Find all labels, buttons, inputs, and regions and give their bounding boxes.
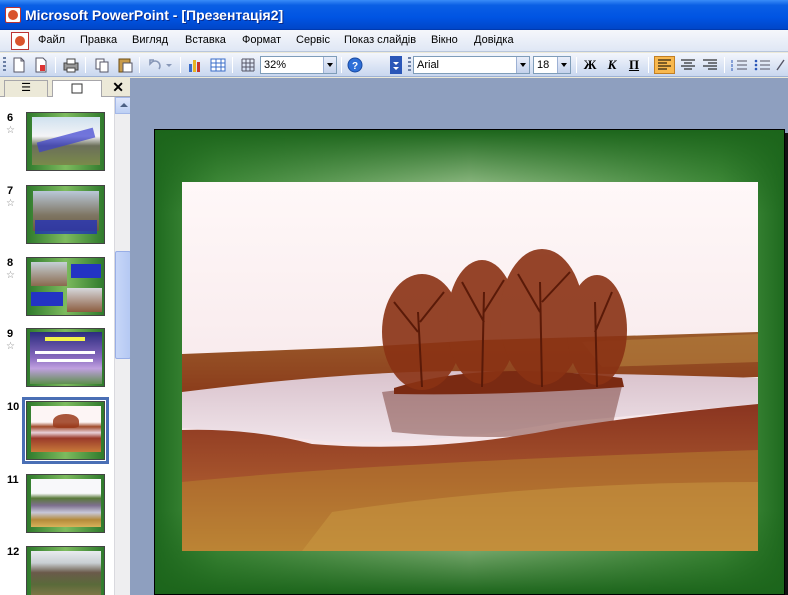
toolbar-grip[interactable] (3, 57, 6, 73)
outline-icon: ☰ (21, 82, 31, 94)
align-right-icon[interactable] (700, 56, 720, 74)
zoom-value: 32% (264, 59, 287, 71)
slide-number: 8 (7, 257, 14, 269)
menu-edit[interactable]: Правка (80, 34, 117, 46)
slides-pane-scrollbar[interactable] (114, 97, 131, 595)
slide-preview (22, 397, 109, 464)
help-icon[interactable]: ? (346, 56, 364, 74)
paste-icon[interactable] (116, 56, 134, 74)
powerpoint-app-icon[interactable] (5, 7, 21, 23)
slide-preview (26, 112, 105, 171)
print-icon[interactable] (62, 56, 80, 74)
toolbar: 32% ? Arial 18 Ж К П (0, 53, 788, 77)
slide-thumbnail-9[interactable]: 9 ☆ (0, 328, 114, 401)
transition-star-icon: ☆ (6, 125, 15, 136)
slide-thumbnail-11[interactable]: 11 (0, 474, 114, 547)
slide-thumbnail-12[interactable]: 12 (0, 546, 114, 595)
transition-star-icon: ☆ (6, 341, 15, 352)
menu-view[interactable]: Вигляд (132, 34, 168, 46)
slide-photo-pond-with-willows[interactable] (182, 182, 758, 551)
open-file-icon[interactable] (32, 56, 50, 74)
bold-button[interactable]: Ж (580, 56, 600, 74)
scroll-up-icon[interactable] (115, 97, 131, 114)
svg-text:?: ? (352, 61, 358, 72)
toolbar-options-icon[interactable] (390, 56, 402, 74)
current-slide[interactable] (154, 129, 785, 595)
slide-preview (26, 185, 105, 244)
tab-outline[interactable]: ☰ (4, 80, 48, 97)
font-name-select[interactable]: Arial (413, 56, 530, 74)
pane-tabs: ☰ ✕ (0, 78, 130, 97)
insert-table-icon[interactable] (209, 56, 227, 74)
transition-star-icon: ☆ (6, 270, 15, 281)
slide-thumbnail-10[interactable]: 10 (0, 397, 114, 474)
menu-window[interactable]: Вікно (431, 34, 458, 46)
tab-slides[interactable] (52, 80, 102, 97)
zoom-select[interactable]: 32% (260, 56, 337, 74)
insert-chart-icon[interactable] (186, 56, 204, 74)
align-left-icon[interactable] (654, 56, 675, 74)
align-center-icon[interactable] (678, 56, 698, 74)
menu-file[interactable]: Файл (38, 34, 65, 46)
chevron-down-icon[interactable] (323, 57, 336, 73)
toolbar-grip-2[interactable] (408, 57, 411, 73)
menu-format[interactable]: Формат (242, 34, 281, 46)
transition-star-icon: ☆ (6, 198, 15, 209)
underline-button[interactable]: П (624, 56, 644, 74)
undo-dropdown-icon[interactable] (164, 56, 174, 74)
slide-thumbnail-7[interactable]: 7 ☆ (0, 185, 114, 258)
slide-preview (26, 546, 105, 595)
slide-number: 10 (7, 401, 20, 413)
slide-number: 7 (7, 185, 14, 197)
slide-number: 12 (7, 546, 20, 558)
slide-thumbnail-8[interactable]: 8 ☆ (0, 257, 114, 330)
slide-preview (26, 474, 105, 533)
slide-number: 6 (7, 112, 14, 124)
font-size-value: 18 (537, 59, 550, 71)
window-title: Microsoft PowerPoint - [Презентація2] (25, 7, 284, 23)
menu-slideshow[interactable]: Показ слайдів (344, 34, 416, 46)
menu-bar: Файл Правка Вигляд Вставка Формат Сервіс… (0, 30, 788, 52)
numbered-list-icon[interactable] (729, 56, 749, 74)
slide-preview (26, 328, 105, 387)
grid-icon[interactable] (239, 56, 257, 74)
italic-button[interactable]: К (602, 56, 622, 74)
menu-help[interactable]: Довідка (474, 34, 514, 46)
copy-icon[interactable] (93, 56, 111, 74)
font-name-value: Arial (417, 59, 440, 71)
title-bar: Microsoft PowerPoint - [Презентація2] (0, 0, 788, 30)
slides-icon (71, 83, 83, 94)
document-menu-icon[interactable] (11, 32, 29, 50)
slide-thumbnail-6[interactable]: 6 ☆ (0, 112, 114, 185)
undo-icon[interactable] (146, 56, 164, 74)
menu-tools[interactable]: Сервіс (296, 34, 330, 46)
bulleted-list-icon[interactable] (752, 56, 772, 74)
slide-preview (26, 257, 105, 316)
slide-number: 9 (7, 328, 14, 340)
close-icon[interactable]: ✕ (112, 80, 124, 94)
font-size-select[interactable]: 18 (533, 56, 571, 74)
scrollbar-thumb[interactable] (115, 251, 131, 359)
slide-editing-area (130, 78, 788, 595)
chevron-down-icon[interactable] (516, 57, 529, 73)
increase-indent-icon[interactable] (775, 56, 787, 74)
slide-number: 11 (7, 474, 19, 486)
chevron-down-icon[interactable] (557, 57, 570, 73)
new-document-icon[interactable] (10, 56, 28, 74)
menu-insert[interactable]: Вставка (185, 34, 226, 46)
slides-pane: 6 ☆ 7 ☆ 8 ☆ 9 ☆ 10 11 12 (0, 97, 114, 595)
